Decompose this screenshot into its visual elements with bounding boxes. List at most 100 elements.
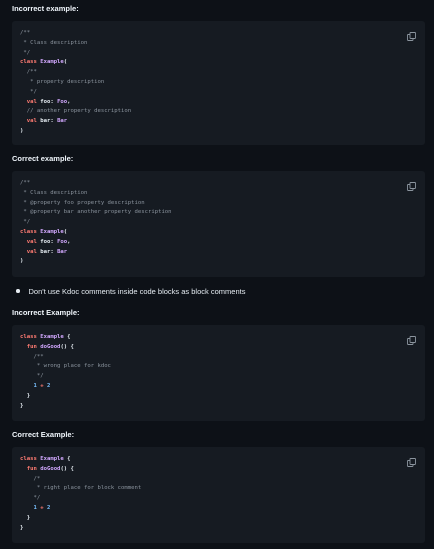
code-token-op: + [40,504,47,511]
code-line: */ [20,372,425,382]
code-token-pl: bar: [40,248,58,255]
code-token-comment: * right place for block comment [20,485,142,492]
code-block-4: class Example { fun doGood() { /* * righ… [12,447,425,543]
bullet-text: Don't use Kdoc comments inside code bloc… [28,287,246,296]
code-line: * property description [20,78,425,88]
code-token-comment: * wrong place for kdoc [20,363,111,370]
code-token-comment: * Class description [20,39,88,46]
code-token-op: + [40,382,47,389]
code-token-comment: /* [20,475,41,482]
code-line: // another property description [20,107,425,117]
code-token-pl: } [20,524,24,531]
code-line: /* [20,475,425,485]
code-token-kw: class [20,228,41,235]
code-line: val foo: Foo, [20,238,425,248]
code-lines: class Example { fun doGood() { /** * wro… [20,333,425,411]
code-lines: /** * Class description */ class Example(… [20,29,425,137]
code-token-kw: fun [20,343,41,350]
code-token-comment: * @property foo property description [20,199,145,206]
code-line: } [20,514,425,524]
code-token-num: 1 [20,382,41,389]
code-token-pl: , [67,98,71,105]
code-line: /** [20,179,425,189]
code-token-pl: () { [60,343,74,350]
copy-icon-svg [407,336,416,345]
code-token-comment: */ [20,219,31,226]
code-token-num: 2 [46,382,51,389]
code-token-cls: Example [40,228,64,235]
code-token-comment: /** [20,353,44,360]
copy-icon[interactable] [407,332,416,345]
code-token-pl: ) [20,127,24,134]
code-line: ) [20,127,425,137]
code-token-cls: Example [40,334,68,340]
code-token-kw: val [20,248,41,255]
code-token-type: Foo [57,238,68,245]
code-token-kw: val [20,238,41,245]
code-token-type: Foo [57,98,68,105]
code-line: fun doGood() { [20,465,425,475]
code-token-comment: */ [20,88,37,95]
code-token-fn: doGood [40,465,61,472]
code-line: val bar: Bar [20,248,425,258]
code-token-pl: { [67,456,71,462]
code-line: val bar: Bar [20,117,425,127]
code-line: } [20,402,425,412]
code-token-num: 2 [46,504,51,511]
code-line: class Example( [20,58,425,68]
code-token-comment: // another property description [20,108,132,115]
code-token-type: Bar [57,248,68,255]
code-line: * right place for block comment [20,484,425,494]
code-line: /** [20,353,425,363]
code-token-pl: , [67,238,71,245]
code-line: 1 + 2 [20,504,425,514]
bullet-item: Don't use Kdoc comments inside code bloc… [12,287,245,297]
code-token-num: 1 [20,504,41,511]
code-line: * @property bar another property descrip… [20,208,425,218]
page: Incorrect example: /** * Class descripti… [0,0,434,549]
code-token-kw: val [20,118,41,125]
code-token-kw: val [20,98,41,105]
code-token-pl: } [20,402,24,409]
code-line: fun doGood() { [20,343,425,353]
code-line: * Class description [20,39,425,49]
code-token-kw: class [20,456,41,462]
code-token-pl: ) [20,258,24,265]
code-token-kw: class [20,59,41,66]
section-heading-incorrect-2: Incorrect Example: [12,308,80,317]
section-heading-correct-1: Correct example: [12,154,74,163]
bullet-dot [16,289,20,293]
code-token-pl: bar: [40,118,58,125]
code-block-2: /** * Class description * @property foo … [12,171,425,277]
code-token-pl: () { [60,465,74,472]
code-token-pl: foo: [40,98,58,105]
code-token-cls: Example [40,59,64,66]
copy-icon[interactable] [407,454,416,467]
copy-icon-svg [407,458,416,467]
code-line: * @property foo property description [20,199,425,209]
code-line: */ [20,494,425,504]
code-line: class Example( [20,228,425,238]
code-line: */ [20,49,425,59]
copy-icon[interactable] [407,178,416,191]
code-token-comment: * property description [20,78,105,85]
code-line: * Class description [20,189,425,199]
copy-icon[interactable] [407,28,416,41]
code-block-1: /** * Class description */ class Example(… [12,21,425,145]
code-token-comment: /** [20,69,37,76]
code-lines: /** * Class description * @property foo … [20,179,425,267]
section-heading-correct-2: Correct Example: [12,430,75,439]
code-line: } [20,392,425,402]
code-token-comment: * Class description [20,189,88,196]
code-token-comment: */ [20,373,44,380]
code-line: */ [20,88,425,98]
code-token-comment: */ [20,49,31,56]
code-token-cls: Example [40,456,68,462]
code-line: */ [20,218,425,228]
code-token-comment: * @property bar another property descrip… [20,209,172,216]
code-token-pl: foo: [40,238,58,245]
code-line: /** [20,29,425,39]
code-token-type: Bar [57,118,68,125]
code-token-pl: { [67,334,71,340]
code-token-pl: ( [63,59,68,66]
